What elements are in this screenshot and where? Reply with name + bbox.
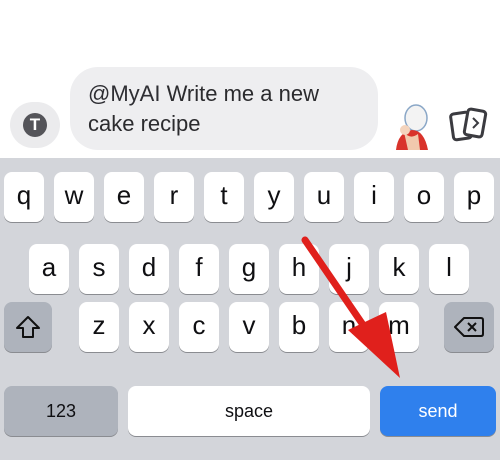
send-key[interactable]: send bbox=[380, 386, 496, 436]
key-a[interactable]: a bbox=[29, 244, 69, 294]
key-o[interactable]: o bbox=[404, 172, 444, 222]
bitmoji-avatar-icon[interactable] bbox=[390, 100, 434, 150]
message-input[interactable]: @MyAI Write me a new cake recipe bbox=[70, 67, 378, 150]
mention-text: @MyAI bbox=[88, 81, 161, 106]
key-k[interactable]: k bbox=[379, 244, 419, 294]
key-j[interactable]: j bbox=[329, 244, 369, 294]
message-text: @MyAI Write me a new cake recipe bbox=[88, 79, 363, 139]
key-l[interactable]: l bbox=[429, 244, 469, 294]
keyboard: qwertyuiop asdfghjkl zxcvbnm 123 space s… bbox=[0, 158, 500, 460]
tools-button[interactable]: T bbox=[10, 102, 60, 148]
cards-icon[interactable] bbox=[448, 106, 488, 144]
key-x[interactable]: x bbox=[129, 302, 169, 352]
shift-key[interactable] bbox=[4, 302, 52, 352]
key-s[interactable]: s bbox=[79, 244, 119, 294]
key-i[interactable]: i bbox=[354, 172, 394, 222]
key-u[interactable]: u bbox=[304, 172, 344, 222]
delete-key[interactable] bbox=[444, 302, 494, 352]
key-d[interactable]: d bbox=[129, 244, 169, 294]
numbers-key[interactable]: 123 bbox=[4, 386, 118, 436]
key-z[interactable]: z bbox=[79, 302, 119, 352]
key-p[interactable]: p bbox=[454, 172, 494, 222]
key-q[interactable]: q bbox=[4, 172, 44, 222]
key-y[interactable]: y bbox=[254, 172, 294, 222]
shift-icon bbox=[16, 316, 40, 338]
key-t[interactable]: t bbox=[204, 172, 244, 222]
key-v[interactable]: v bbox=[229, 302, 269, 352]
key-b[interactable]: b bbox=[279, 302, 319, 352]
chat-compose-area: T @MyAI Write me a new cake recipe bbox=[0, 0, 500, 158]
key-c[interactable]: c bbox=[179, 302, 219, 352]
key-g[interactable]: g bbox=[229, 244, 269, 294]
key-r[interactable]: r bbox=[154, 172, 194, 222]
backspace-icon bbox=[454, 317, 484, 337]
key-h[interactable]: h bbox=[279, 244, 319, 294]
key-m[interactable]: m bbox=[379, 302, 419, 352]
key-f[interactable]: f bbox=[179, 244, 219, 294]
t-icon: T bbox=[23, 113, 47, 137]
key-n[interactable]: n bbox=[329, 302, 369, 352]
space-key[interactable]: space bbox=[128, 386, 370, 436]
key-w[interactable]: w bbox=[54, 172, 94, 222]
key-e[interactable]: e bbox=[104, 172, 144, 222]
